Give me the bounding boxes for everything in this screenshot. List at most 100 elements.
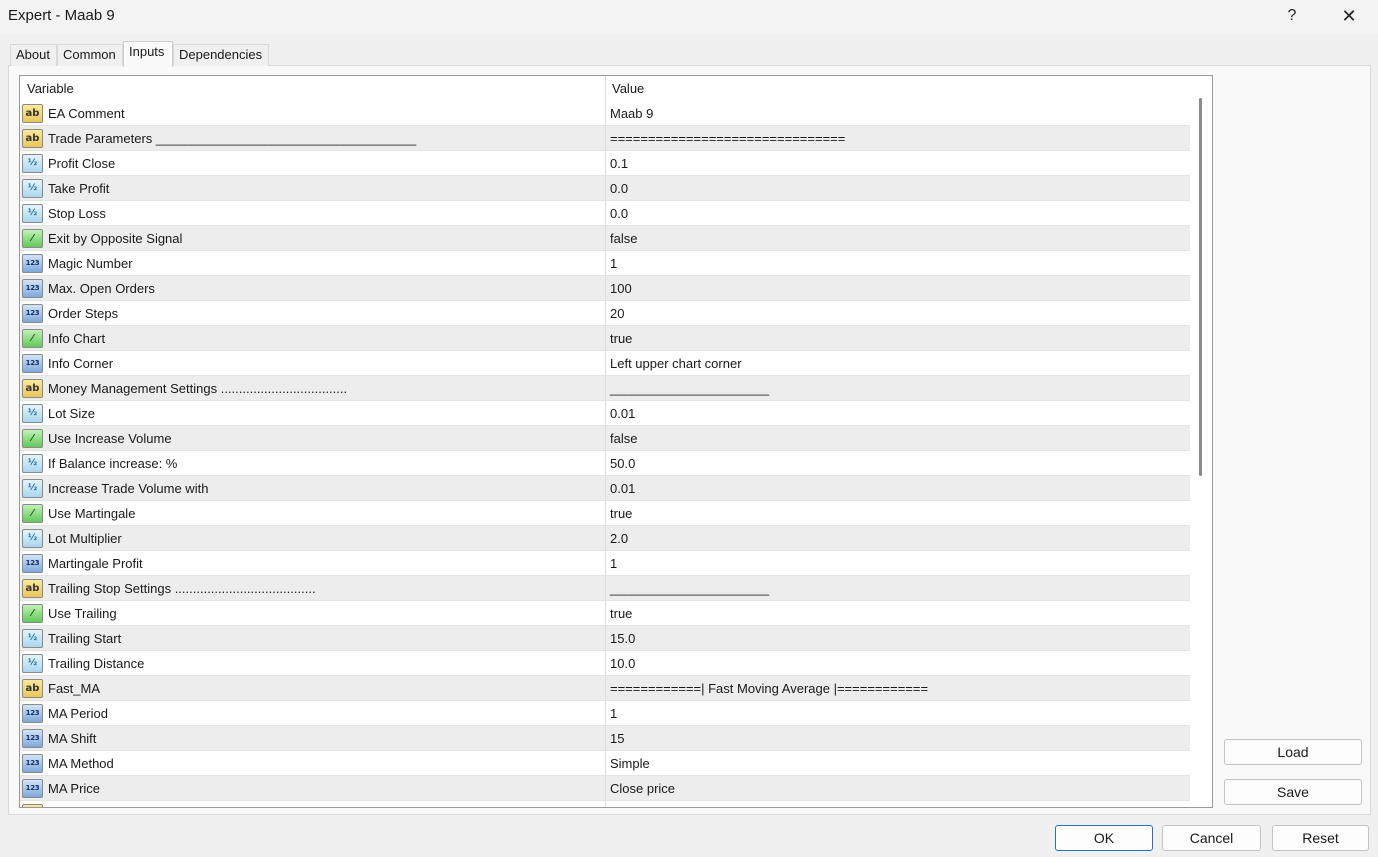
grid-rows: ab EA Comment Maab 9 ab Trade Parameters ___… (20, 101, 1190, 807)
variable-value[interactable]: false (605, 226, 1190, 250)
string-type-icon: ab (22, 379, 43, 398)
table-row[interactable]: ab (20, 801, 1190, 807)
variable-name: Martingale Profit (48, 556, 143, 571)
table-row[interactable]: ⁄ Info Chart true (20, 326, 1190, 351)
variable-name: MA Method (48, 756, 114, 771)
table-row[interactable]: ab Trade Parameters _____________________… (20, 126, 1190, 151)
variable-value[interactable]: 15.0 (605, 626, 1190, 650)
double-type-icon: ½ (22, 629, 43, 648)
tab-common[interactable]: Common (57, 44, 123, 66)
variable-value[interactable]: 1 (605, 551, 1190, 575)
table-row[interactable]: ⁄ Use Trailing true (20, 601, 1190, 626)
variable-value[interactable]: 2.0 (605, 526, 1190, 550)
table-row[interactable]: 123 Max. Open Orders 100 (20, 276, 1190, 301)
string-type-icon: ab (22, 129, 43, 148)
load-button[interactable]: Load (1224, 739, 1362, 765)
tab-about[interactable]: About (10, 44, 57, 66)
table-row[interactable]: ⁄ Use Martingale true (20, 501, 1190, 526)
table-row[interactable]: ½ Lot Multiplier 2.0 (20, 526, 1190, 551)
tab-dependencies[interactable]: Dependencies (173, 44, 269, 66)
column-header-value[interactable]: Value (605, 76, 644, 101)
table-row[interactable]: 123 Martingale Profit 1 (20, 551, 1190, 576)
table-row[interactable]: 123 Info Corner Left upper chart corner (20, 351, 1190, 376)
reset-button[interactable]: Reset (1272, 825, 1369, 851)
save-button[interactable]: Save (1224, 779, 1362, 805)
variable-value[interactable]: 15 (605, 726, 1190, 750)
grid-header: Variable Value (20, 76, 1190, 101)
double-type-icon: ½ (22, 454, 43, 473)
variable-value[interactable]: 0.0 (605, 201, 1190, 225)
variable-value[interactable]: ______________________ (605, 576, 1190, 600)
table-row[interactable]: ½ Lot Size 0.01 (20, 401, 1190, 426)
table-row[interactable]: 123 Order Steps 20 (20, 301, 1190, 326)
table-row[interactable]: ⁄ Exit by Opposite Signal false (20, 226, 1190, 251)
table-row[interactable]: ½ Trailing Distance 10.0 (20, 651, 1190, 676)
variable-value[interactable]: ============| Fast Moving Average |=====… (605, 676, 1190, 700)
bool-type-icon: ⁄ (22, 229, 43, 248)
variable-value[interactable]: 1 (605, 251, 1190, 275)
tab-inputs[interactable]: Inputs (123, 41, 173, 67)
int-type-icon: 123 (22, 554, 43, 573)
int-type-icon: 123 (22, 754, 43, 773)
variable-value[interactable]: Maab 9 (605, 101, 1190, 125)
variable-value[interactable]: 0.01 (605, 476, 1190, 500)
table-row[interactable]: 123 Magic Number 1 (20, 251, 1190, 276)
variable-name: Profit Close (48, 156, 116, 171)
int-type-icon: 123 (22, 254, 43, 273)
cancel-button[interactable]: Cancel (1162, 825, 1261, 851)
table-row[interactable]: ½ Stop Loss 0.0 (20, 201, 1190, 226)
variable-value[interactable]: 100 (605, 276, 1190, 300)
table-row[interactable]: 123 MA Price Close price (20, 776, 1190, 801)
table-row[interactable]: 123 MA Method Simple (20, 751, 1190, 776)
variable-name: Stop Loss (48, 206, 106, 221)
variable-value[interactable]: true (605, 326, 1190, 350)
double-type-icon: ½ (22, 404, 43, 423)
variable-value[interactable]: 10.0 (605, 651, 1190, 675)
scrollbar-thumb[interactable] (1199, 98, 1202, 476)
variable-value[interactable]: 0.1 (605, 151, 1190, 175)
variable-value[interactable]: ______________________ (605, 376, 1190, 400)
double-type-icon: ½ (22, 654, 43, 673)
variable-value[interactable]: =============================== (605, 126, 1190, 150)
column-header-variable[interactable]: Variable (20, 76, 74, 101)
table-row[interactable]: ½ Take Profit 0.0 (20, 176, 1190, 201)
close-button[interactable]: ✕ (1326, 0, 1372, 34)
string-type-icon: ab (22, 804, 43, 807)
ok-button[interactable]: OK (1055, 825, 1153, 851)
table-row[interactable]: ½ Increase Trade Volume with 0.01 (20, 476, 1190, 501)
table-row[interactable]: ab Money Management Settings ............… (20, 376, 1190, 401)
table-row[interactable]: ab Fast_MA ============| Fast Moving Avera… (20, 676, 1190, 701)
table-row[interactable]: ab EA Comment Maab 9 (20, 101, 1190, 126)
variable-value[interactable]: Left upper chart corner (605, 351, 1190, 375)
variable-name: Magic Number (48, 256, 133, 271)
variable-value[interactable]: 0.0 (605, 176, 1190, 200)
variable-value[interactable]: false (605, 426, 1190, 450)
variable-name (48, 801, 603, 807)
table-row[interactable]: ½ If Balance increase: % 50.0 (20, 451, 1190, 476)
variable-name: Lot Size (48, 406, 95, 421)
table-row[interactable]: ½ Profit Close 0.1 (20, 151, 1190, 176)
help-button[interactable]: ? (1272, 0, 1312, 34)
double-type-icon: ½ (22, 179, 43, 198)
vertical-scrollbar[interactable] (1190, 76, 1212, 807)
variable-value[interactable]: Simple (605, 751, 1190, 775)
variable-value[interactable]: true (605, 501, 1190, 525)
variable-name: Trailing Distance (48, 656, 145, 671)
variable-value[interactable]: 50.0 (605, 451, 1190, 475)
int-type-icon: 123 (22, 779, 43, 798)
variable-value[interactable]: 1 (605, 701, 1190, 725)
table-row[interactable]: ½ Trailing Start 15.0 (20, 626, 1190, 651)
table-row[interactable]: 123 MA Shift 15 (20, 726, 1190, 751)
table-row[interactable]: ⁄ Use Increase Volume false (20, 426, 1190, 451)
table-row[interactable]: ab Trailing Stop Settings ...............… (20, 576, 1190, 601)
variable-value[interactable]: true (605, 601, 1190, 625)
variable-name: Trailing Stop Settings .................… (48, 581, 316, 596)
variable-value[interactable] (605, 801, 1190, 807)
variable-value[interactable]: Close price (605, 776, 1190, 800)
table-row[interactable]: 123 MA Period 1 (20, 701, 1190, 726)
variable-value[interactable]: 0.01 (605, 401, 1190, 425)
variable-name: Order Steps (48, 306, 119, 321)
variable-value[interactable]: 20 (605, 301, 1190, 325)
variable-name: Use Martingale (48, 506, 136, 521)
variable-name: Take Profit (48, 181, 110, 196)
